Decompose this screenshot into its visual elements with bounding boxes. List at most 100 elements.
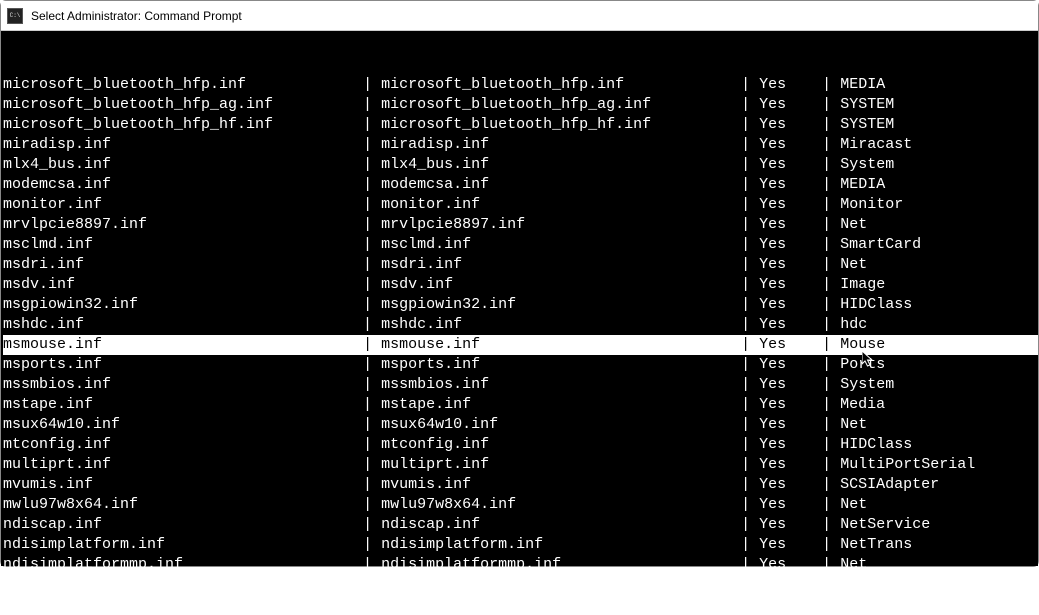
- col-original-name: multiprt.inf: [381, 456, 489, 473]
- table-row[interactable]: msmouse.inf | msmouse.inf | Yes | Mouse: [3, 335, 1038, 355]
- col-published-name: monitor.inf: [3, 196, 102, 213]
- table-row[interactable]: msdri.inf | msdri.inf | Yes | Net: [3, 255, 1038, 275]
- col-class: Ports: [840, 356, 885, 373]
- table-row[interactable]: ndisimplatform.inf | ndisimplatform.inf …: [3, 535, 1038, 555]
- col-class: MEDIA: [840, 76, 885, 93]
- col-original-name: mssmbios.inf: [381, 376, 489, 393]
- col-inbox: Yes: [759, 456, 786, 473]
- table-row[interactable]: ndisimplatformmp.inf | ndisimplatformmp.…: [3, 555, 1038, 575]
- col-published-name: microsoft_bluetooth_hfp.inf: [3, 76, 246, 93]
- table-row[interactable]: msux64w10.inf | msux64w10.inf | Yes | Ne…: [3, 415, 1038, 435]
- table-row[interactable]: mrvlpcie8897.inf | mrvlpcie8897.inf | Ye…: [3, 215, 1038, 235]
- col-original-name: microsoft_bluetooth_hfp_ag.inf: [381, 96, 651, 113]
- col-published-name: msports.inf: [3, 356, 102, 373]
- col-inbox: Yes: [759, 496, 786, 513]
- col-published-name: mrvlpcie8897.inf: [3, 216, 147, 233]
- col-inbox: Yes: [759, 76, 786, 93]
- col-original-name: msclmd.inf: [381, 236, 471, 253]
- table-row[interactable]: mssmbios.inf | mssmbios.inf | Yes | Syst…: [3, 375, 1038, 395]
- col-inbox: Yes: [759, 256, 786, 273]
- col-original-name: msports.inf: [381, 356, 480, 373]
- col-inbox: Yes: [759, 296, 786, 313]
- col-published-name: miradisp.inf: [3, 136, 111, 153]
- col-published-name: mssmbios.inf: [3, 376, 111, 393]
- table-row[interactable]: msgpiowin32.inf | msgpiowin32.inf | Yes …: [3, 295, 1038, 315]
- col-class: Net: [840, 256, 867, 273]
- col-published-name: ndisimplatform.inf: [3, 536, 165, 553]
- col-published-name: msux64w10.inf: [3, 416, 120, 433]
- window-title: Select Administrator: Command Prompt: [31, 9, 242, 23]
- terminal-output[interactable]: microsoft_bluetooth_hfp.inf | microsoft_…: [1, 31, 1038, 566]
- col-inbox: Yes: [759, 536, 786, 553]
- col-class: hdc: [840, 316, 867, 333]
- table-row[interactable]: microsoft_bluetooth_hfp.inf | microsoft_…: [3, 75, 1038, 95]
- col-original-name: msdri.inf: [381, 256, 462, 273]
- table-row[interactable]: mvumis.inf | mvumis.inf | Yes | SCSIAdap…: [3, 475, 1038, 495]
- col-original-name: ndisimplatformmp.inf: [381, 556, 561, 573]
- col-published-name: msclmd.inf: [3, 236, 93, 253]
- table-row[interactable]: modemcsa.inf | modemcsa.inf | Yes | MEDI…: [3, 175, 1038, 195]
- table-row[interactable]: mlx4_bus.inf | mlx4_bus.inf | Yes | Syst…: [3, 155, 1038, 175]
- table-row[interactable]: mwlu97w8x64.inf | mwlu97w8x64.inf | Yes …: [3, 495, 1038, 515]
- col-class: HIDClass: [840, 436, 912, 453]
- col-published-name: mvumis.inf: [3, 476, 93, 493]
- col-class: SmartCard: [840, 236, 921, 253]
- col-inbox: Yes: [759, 416, 786, 433]
- col-published-name: msdri.inf: [3, 256, 84, 273]
- col-class: SYSTEM: [840, 116, 894, 133]
- col-original-name: msmouse.inf: [381, 336, 480, 353]
- col-class: System: [840, 376, 894, 393]
- table-row[interactable]: monitor.inf | monitor.inf | Yes | Monito…: [3, 195, 1038, 215]
- col-class: NetTrans: [840, 536, 912, 553]
- cmd-icon: [7, 8, 23, 24]
- col-class: Net: [840, 556, 867, 573]
- table-row[interactable]: multiprt.inf | multiprt.inf | Yes | Mult…: [3, 455, 1038, 475]
- col-inbox: Yes: [759, 196, 786, 213]
- window-titlebar[interactable]: Select Administrator: Command Prompt: [1, 1, 1038, 31]
- col-original-name: mwlu97w8x64.inf: [381, 496, 516, 513]
- col-original-name: ndiscap.inf: [381, 516, 480, 533]
- col-published-name: ndiscap.inf: [3, 516, 102, 533]
- col-inbox: Yes: [759, 276, 786, 293]
- table-row[interactable]: msdv.inf | msdv.inf | Yes | Image: [3, 275, 1038, 295]
- table-row[interactable]: microsoft_bluetooth_hfp_ag.inf | microso…: [3, 95, 1038, 115]
- col-class: HIDClass: [840, 296, 912, 313]
- col-published-name: msdv.inf: [3, 276, 75, 293]
- col-inbox: Yes: [759, 576, 786, 593]
- table-row[interactable]: mstape.inf | mstape.inf | Yes | Media: [3, 395, 1038, 415]
- col-original-name: msux64w10.inf: [381, 416, 498, 433]
- table-row[interactable]: microsoft_bluetooth_hfp_hf.inf | microso…: [3, 115, 1038, 135]
- col-inbox: Yes: [759, 356, 786, 373]
- col-original-name: msdv.inf: [381, 276, 453, 293]
- table-row[interactable]: msclmd.inf | msclmd.inf | Yes | SmartCar…: [3, 235, 1038, 255]
- col-original-name: mvumis.inf: [381, 476, 471, 493]
- col-inbox: Yes: [759, 336, 786, 353]
- col-inbox: Yes: [759, 116, 786, 133]
- col-original-name: mtconfig.inf: [381, 436, 489, 453]
- col-class: SCSIAdapter: [840, 476, 939, 493]
- col-class: SYSTEM: [840, 96, 894, 113]
- table-row[interactable]: ndiscap.inf | ndiscap.inf | Yes | NetSer…: [3, 515, 1038, 535]
- col-published-name: mstape.inf: [3, 396, 93, 413]
- table-row[interactable]: msports.inf | msports.inf | Yes | Ports: [3, 355, 1038, 375]
- table-row[interactable]: mshdc.inf | mshdc.inf | Yes | hdc: [3, 315, 1038, 335]
- table-row[interactable]: miradisp.inf | miradisp.inf | Yes | Mira…: [3, 135, 1038, 155]
- col-inbox: Yes: [759, 376, 786, 393]
- col-inbox: Yes: [759, 96, 786, 113]
- col-inbox: Yes: [759, 516, 786, 533]
- col-published-name: modemcsa.inf: [3, 176, 111, 193]
- col-inbox: Yes: [759, 316, 786, 333]
- table-row[interactable]: ndisuio.inf | ndisuio.inf | Yes | NetTra…: [3, 575, 1038, 595]
- col-original-name: mstape.inf: [381, 396, 471, 413]
- col-published-name: mlx4_bus.inf: [3, 156, 111, 173]
- col-original-name: mlx4_bus.inf: [381, 156, 489, 173]
- col-original-name: mrvlpcie8897.inf: [381, 216, 525, 233]
- table-row[interactable]: mtconfig.inf | mtconfig.inf | Yes | HIDC…: [3, 435, 1038, 455]
- col-inbox: Yes: [759, 156, 786, 173]
- col-original-name: miradisp.inf: [381, 136, 489, 153]
- col-class: NetTrans: [840, 576, 912, 593]
- col-published-name: msmouse.inf: [3, 336, 102, 353]
- col-published-name: mtconfig.inf: [3, 436, 111, 453]
- col-original-name: microsoft_bluetooth_hfp_hf.inf: [381, 116, 651, 133]
- col-class: Media: [840, 396, 885, 413]
